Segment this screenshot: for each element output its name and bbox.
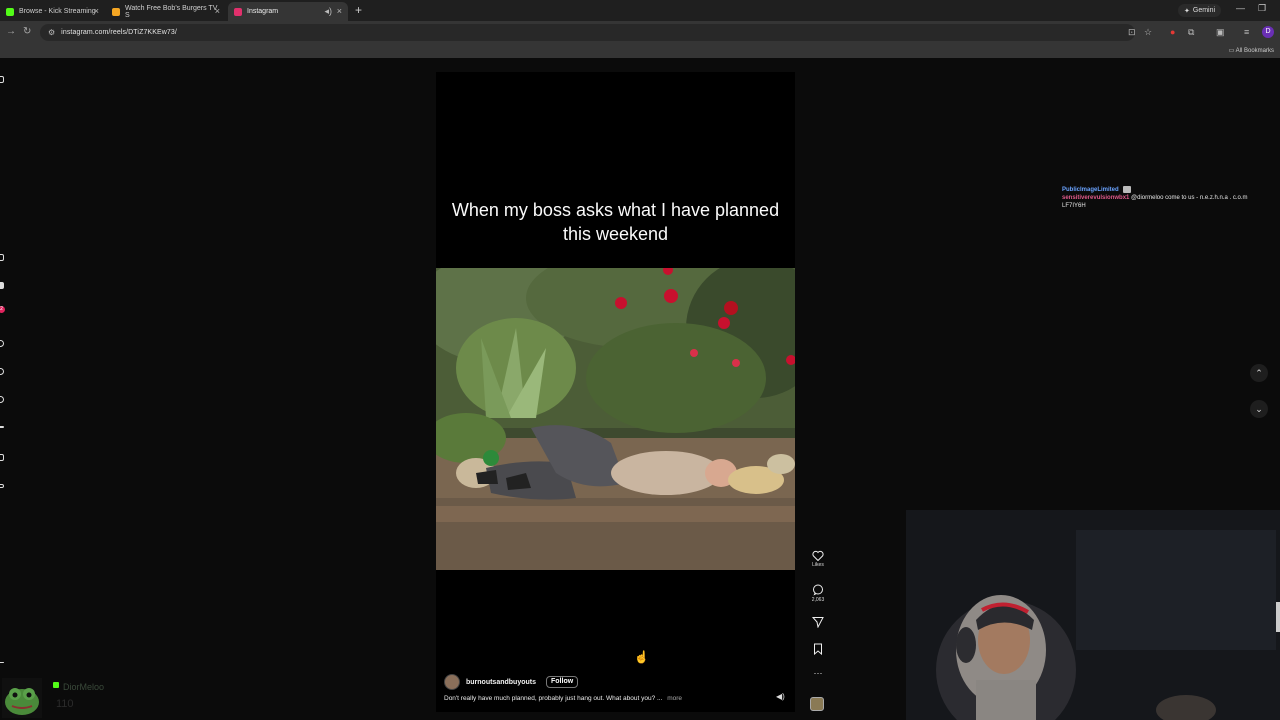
gemini-button[interactable]: ✦ Gemini xyxy=(1178,4,1222,17)
likes-label: Likes xyxy=(812,562,824,568)
tab-title: Instagram xyxy=(247,8,279,15)
comment-button[interactable]: 2,063 xyxy=(807,584,829,603)
comment-icon xyxy=(813,584,823,596)
more-options-icon[interactable]: ··· xyxy=(807,668,829,678)
extension-record-icon[interactable]: ● xyxy=(1170,27,1175,37)
chevron-down-icon[interactable]: ⌄ xyxy=(1250,400,1268,418)
chat-username: PublicImageLimited xyxy=(1062,187,1119,194)
streamer-webcam xyxy=(906,510,1280,720)
bookmarks-bar: ▭ All Bookmarks xyxy=(0,44,1280,58)
send-icon xyxy=(812,617,824,628)
extensions-icon[interactable]: ⧉ xyxy=(1188,27,1194,38)
install-icon[interactable]: ⊡ xyxy=(1128,27,1136,38)
kick-username: DiorMeloo xyxy=(63,682,105,692)
share-button[interactable] xyxy=(807,616,829,628)
avatar[interactable] xyxy=(444,674,460,690)
side-panel-icon[interactable]: ▣ xyxy=(1216,27,1225,38)
heart-icon[interactable] xyxy=(0,426,4,428)
kick-user-overlay: DiorMeloo 110 xyxy=(0,676,120,720)
more-menu-icon[interactable] xyxy=(0,662,4,663)
stream-chat-overlay: PublicImageLimited sensitiverevulsionwbx… xyxy=(1062,186,1272,210)
follow-button[interactable]: Follow xyxy=(546,676,579,688)
create-icon[interactable] xyxy=(0,454,4,461)
browser-toolbar: → ↻ ⚙ instagram.com/reels/DTiZ7KKEw73/ ⊡… xyxy=(0,21,1280,44)
profile-icon[interactable] xyxy=(0,484,4,488)
search-icon[interactable] xyxy=(0,340,4,347)
like-button[interactable]: Likes xyxy=(807,550,829,568)
bookmark-icon xyxy=(814,643,822,655)
heart-icon xyxy=(812,550,824,561)
emote-icon xyxy=(1123,186,1132,193)
more-link[interactable]: more xyxy=(667,695,682,702)
reel-overlay-caption: When my boss asks what I have planned th… xyxy=(451,200,780,244)
address-bar[interactable]: ⚙ instagram.com/reels/DTiZ7KKEw73/ xyxy=(40,24,1135,41)
tab-instagram[interactable]: Instagram ◂) × xyxy=(228,2,348,21)
hand-cursor-icon: ☝ xyxy=(634,650,649,664)
reel-author: burnoutsandbuyouts Follow xyxy=(444,674,579,690)
explore-icon[interactable] xyxy=(0,368,4,375)
plus-icon[interactable]: + xyxy=(355,3,362,17)
chevron-up-icon[interactable]: ⌃ xyxy=(1250,364,1268,382)
url-text: instagram.com/reels/DTiZ7KKEw73/ xyxy=(61,29,177,36)
pepe-icon xyxy=(2,678,42,718)
notification-badge: 2 xyxy=(0,306,5,313)
avatar[interactable]: D xyxy=(1262,26,1274,38)
home-icon[interactable] xyxy=(0,254,4,261)
tab-bobs-burgers[interactable]: Watch Free Bob's Burgers TV S × xyxy=(106,2,226,21)
reel-description: Don't really have much planned, probably… xyxy=(444,695,682,702)
reel-video-frame[interactable] xyxy=(436,268,795,570)
reload-icon[interactable]: ↻ xyxy=(23,26,31,37)
close-icon[interactable]: × xyxy=(337,6,342,16)
speaker-icon[interactable]: ◂) xyxy=(324,6,332,17)
audio-thumbnail[interactable] xyxy=(810,697,824,711)
comments-count: 2,063 xyxy=(811,597,825,603)
reel-player[interactable]: When my boss asks what I have planned th… xyxy=(436,72,795,712)
author-name[interactable]: burnoutsandbuyouts xyxy=(466,679,536,686)
forward-icon[interactable]: → xyxy=(6,26,16,37)
avatar xyxy=(2,678,42,718)
menu-icon[interactable]: ≡ xyxy=(1244,27,1249,37)
messages-icon[interactable] xyxy=(0,396,4,403)
maximize-icon[interactable]: ❐ xyxy=(1258,3,1266,14)
volume-icon[interactable]: ◀) xyxy=(776,692,785,701)
screen: Browse - Kick Streaming × Watch Free Bob… xyxy=(0,0,1280,720)
all-bookmarks-button[interactable]: ▭ All Bookmarks xyxy=(1229,47,1274,54)
close-icon[interactable]: × xyxy=(94,6,99,16)
tab-strip: Browse - Kick Streaming × Watch Free Bob… xyxy=(0,0,1280,21)
tab-kick[interactable]: Browse - Kick Streaming × xyxy=(0,2,105,21)
kick-favicon-icon xyxy=(6,7,14,16)
instagram-favicon-icon xyxy=(234,7,242,16)
sparkle-icon: ✦ xyxy=(1184,7,1190,15)
tab-title: Watch Free Bob's Burgers TV S xyxy=(125,4,218,19)
site-settings-icon[interactable]: ⚙ xyxy=(48,28,55,37)
chat-message: PublicImageLimited xyxy=(1062,186,1272,194)
star-icon[interactable]: ☆ xyxy=(1144,27,1152,38)
garden-scene-image xyxy=(436,268,795,570)
chat-message: sensitiverevulsionwbx1 @diormeloo come t… xyxy=(1062,194,1272,210)
chat-username: sensitiverevulsionwbx1 xyxy=(1062,195,1130,202)
description-text: Don't really have much planned, probably… xyxy=(444,695,663,702)
close-icon[interactable]: × xyxy=(215,6,220,16)
folder-icon: ▭ xyxy=(1228,48,1236,54)
reels-icon[interactable] xyxy=(0,282,4,289)
webcam-feed-image xyxy=(906,510,1280,720)
live-indicator-icon xyxy=(53,682,59,688)
all-bookmarks-label: All Bookmarks xyxy=(1235,48,1274,54)
minimize-icon[interactable]: — xyxy=(1236,3,1245,13)
kick-count: 110 xyxy=(56,698,74,710)
instagram-logo-icon[interactable] xyxy=(0,76,4,83)
tab-title: Browse - Kick Streaming xyxy=(19,8,96,15)
save-button[interactable] xyxy=(807,643,829,655)
tv-favicon-icon xyxy=(112,7,120,16)
gemini-label: Gemini xyxy=(1192,7,1216,14)
